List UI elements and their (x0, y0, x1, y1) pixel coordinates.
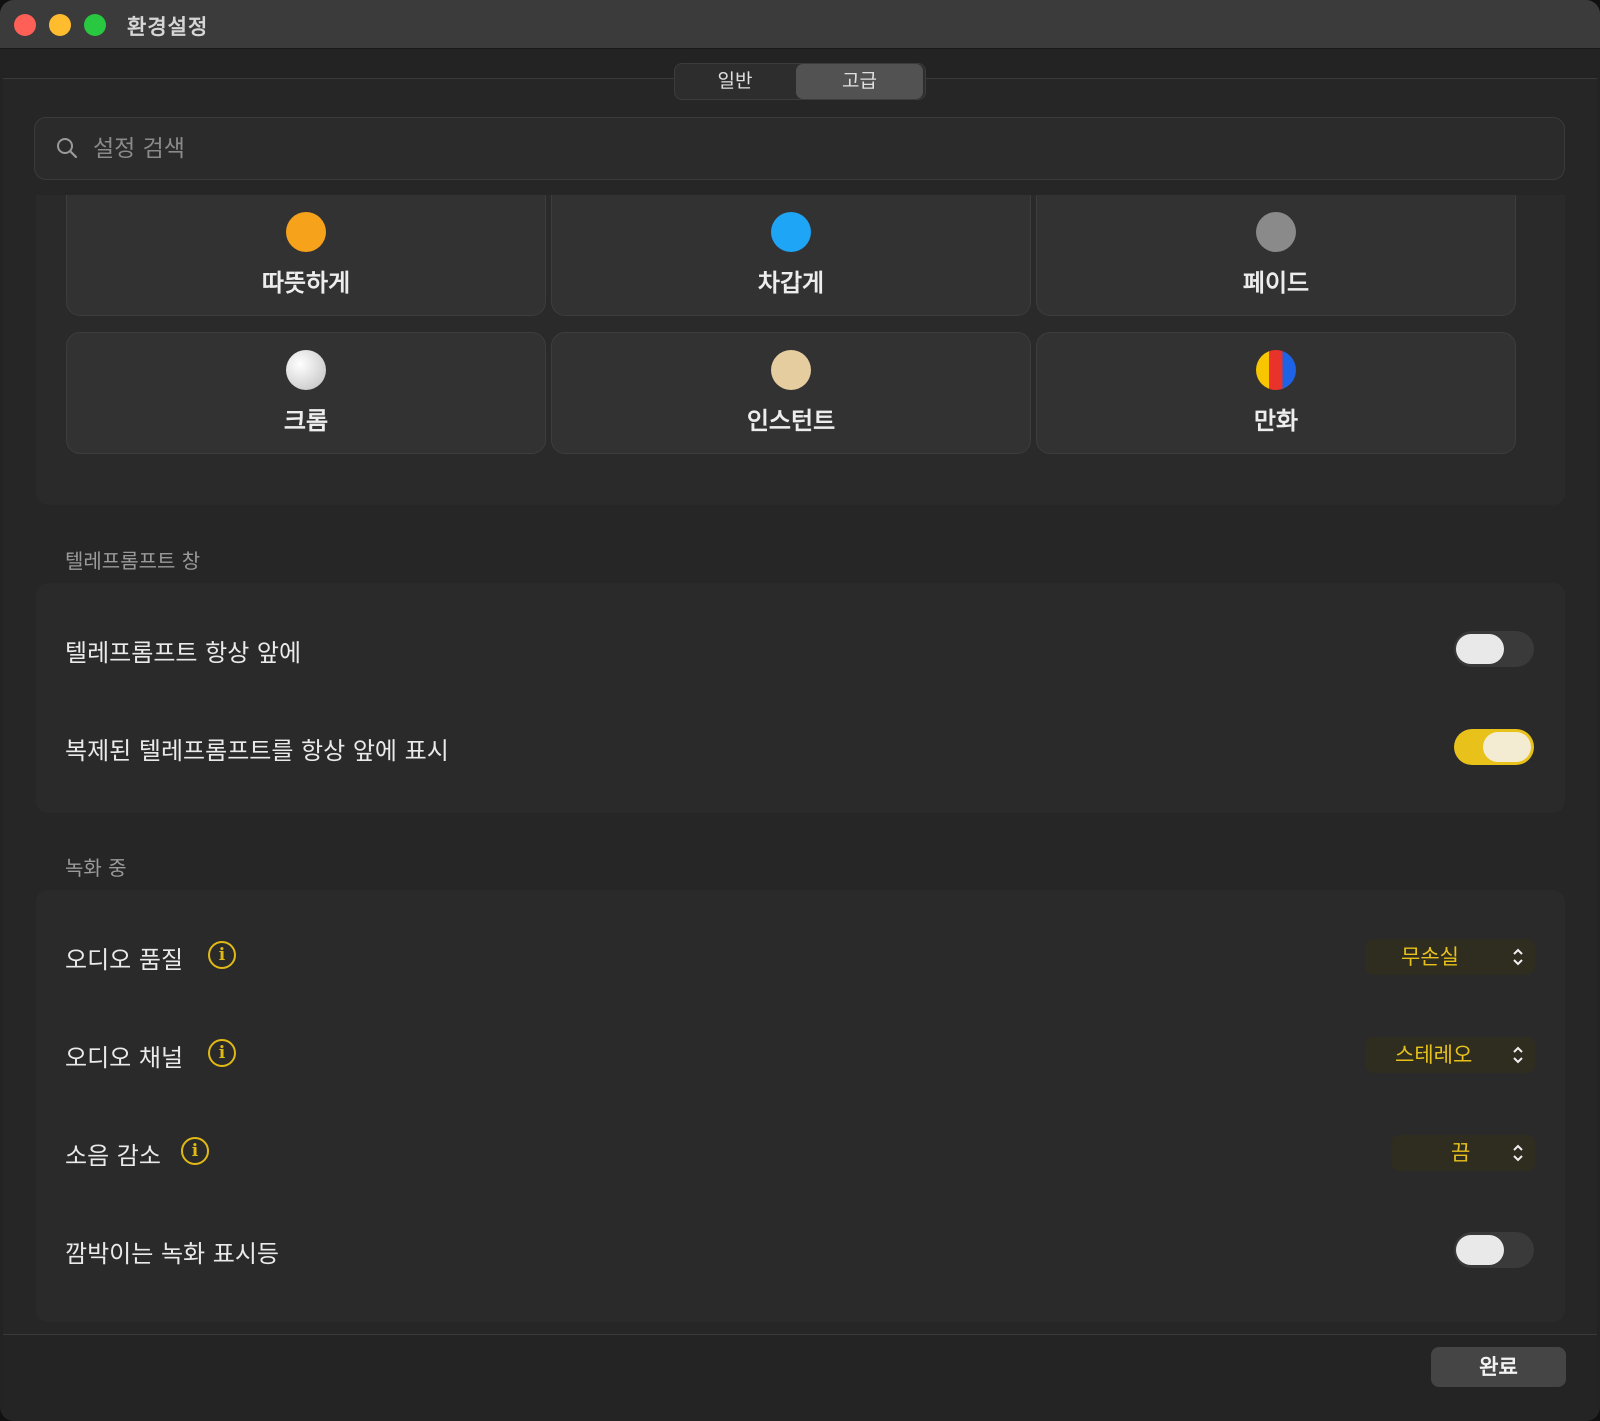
filter-label: 만화 (1253, 407, 1299, 435)
duplicate-teleprompter-on-top-label: 복제된 텔레프롬프트를 항상 앞에 표시 (65, 737, 449, 765)
footer-bar (3, 1334, 1597, 1421)
filter-comic[interactable]: 만화 (1036, 332, 1516, 454)
search-icon (57, 138, 78, 159)
noise-reduction-label: 소음 감소 (65, 1142, 161, 1170)
filter-label: 페이드 (1242, 269, 1310, 297)
audio-quality-label: 오디오 품질 (65, 946, 184, 974)
audio-quality-info-icon[interactable]: i (208, 941, 236, 969)
search-input[interactable] (91, 126, 1535, 172)
title-bar: 환경설정 (0, 0, 1600, 49)
filter-label: 차갑게 (757, 269, 825, 297)
duplicate-teleprompter-on-top-toggle[interactable] (1454, 729, 1534, 765)
filter-label: 크롬 (283, 407, 329, 435)
audio-channel-label: 오디오 채널 (65, 1044, 184, 1072)
filter-fade[interactable]: 페이드 (1036, 195, 1516, 316)
teleprompter-always-on-top-label: 텔레프롬프트 항상 앞에 (65, 639, 302, 667)
noise-reduction-info-icon[interactable]: i (181, 1137, 209, 1165)
warm-color-icon (286, 212, 326, 252)
window-title: 환경설정 (127, 15, 209, 39)
chevron-up-down-icon (1513, 1144, 1523, 1162)
teleprompter-always-on-top-toggle[interactable] (1454, 631, 1534, 667)
comic-color-icon (1256, 350, 1296, 390)
teleprompter-section-title: 텔레프롬프트 창 (65, 549, 201, 573)
noise-reduction-select[interactable]: 끔 (1391, 1135, 1535, 1171)
cool-color-icon (771, 212, 811, 252)
zoom-window-button[interactable] (84, 14, 106, 36)
tab-advanced[interactable]: 고급 (796, 64, 923, 99)
close-window-button[interactable] (14, 14, 36, 36)
search-bar (34, 117, 1565, 180)
tab-general[interactable]: 일반 (675, 64, 795, 99)
teleprompter-group: 텔레프롬프트 항상 앞에 복제된 텔레프롬프트를 항상 앞에 표시 (36, 583, 1565, 813)
recording-section-title: 녹화 중 (65, 856, 127, 880)
audio-channel-value: 스테레오 (1395, 1043, 1473, 1067)
recording-group: 오디오 품질 i 무손실 오디오 채널 i 스테레오 소음 감소 i 끔 깜박이… (36, 890, 1565, 1322)
minimize-window-button[interactable] (49, 14, 71, 36)
filters-panel: 따뜻하게 차갑게 페이드 크롬 인스턴트 만화 (36, 195, 1565, 505)
preferences-window: 환경설정 일반 고급 따뜻하게 차갑게 페이드 크롬 인 (0, 0, 1600, 1421)
tab-bar: 일반 고급 (674, 63, 926, 100)
blinking-indicator-toggle[interactable] (1454, 1232, 1534, 1268)
blinking-indicator-label: 깜박이는 녹화 표시등 (65, 1240, 279, 1268)
audio-quality-select[interactable]: 무손실 (1365, 939, 1535, 975)
chrome-color-icon (286, 350, 326, 390)
filter-label: 따뜻하게 (261, 269, 351, 297)
fade-color-icon (1256, 212, 1296, 252)
filter-chrome[interactable]: 크롬 (66, 332, 546, 454)
audio-channel-info-icon[interactable]: i (208, 1039, 236, 1067)
chevron-up-down-icon (1513, 948, 1523, 966)
chevron-up-down-icon (1513, 1046, 1523, 1064)
filter-label: 인스턴트 (746, 407, 836, 435)
filter-cool[interactable]: 차갑게 (551, 195, 1031, 316)
done-button[interactable]: 완료 (1431, 1347, 1566, 1387)
audio-quality-value: 무손실 (1401, 945, 1459, 969)
filter-instant[interactable]: 인스턴트 (551, 332, 1031, 454)
filter-warm[interactable]: 따뜻하게 (66, 195, 546, 316)
instant-color-icon (771, 350, 811, 390)
noise-reduction-value: 끔 (1451, 1141, 1471, 1165)
audio-channel-select[interactable]: 스테레오 (1365, 1037, 1535, 1073)
